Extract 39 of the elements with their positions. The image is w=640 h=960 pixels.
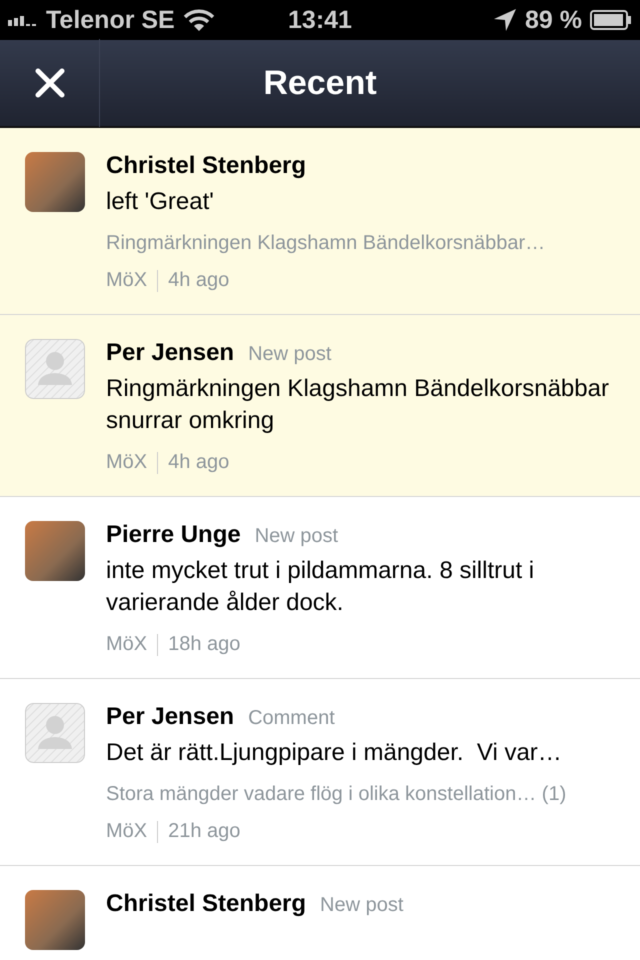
clock-time: 13:41 — [288, 6, 352, 34]
activity-type: New post — [254, 525, 338, 548]
signal-icon — [8, 14, 38, 26]
time-ago: 4h ago — [168, 269, 230, 292]
author-name: Pierre Unge — [106, 521, 241, 549]
close-icon — [34, 67, 66, 99]
activity-type: Comment — [248, 707, 335, 730]
time-ago: 21h ago — [168, 820, 240, 843]
activity-text: Det är rätt.Ljungpipare i mängder. Vi var… — [106, 738, 563, 768]
activity-type: New post — [320, 894, 404, 917]
author-name: Per Jensen — [106, 339, 234, 367]
post-title: Ringmärkningen Klagshamn Bändelkorsnäbbar… — [106, 232, 546, 255]
time-ago: 4h ago — [168, 451, 230, 474]
carrier-name: Telenor SE — [46, 6, 175, 34]
avatar-silhouette-icon — [25, 339, 85, 399]
battery-percent: 89 % — [525, 6, 582, 34]
group-name: MöX — [106, 269, 148, 292]
group-name: MöX — [106, 451, 148, 474]
avatar-photo-placeholder — [25, 152, 85, 212]
wifi-icon — [182, 8, 215, 32]
activity-type: New post — [248, 343, 332, 366]
avatar-silhouette-icon — [25, 703, 85, 763]
group-name: MöX — [106, 820, 148, 843]
screen-title: Recent — [263, 64, 377, 102]
battery-icon — [590, 10, 632, 30]
activity-text: inte mycket trut i pildammarna. 8 silltrut i varierande ålder dock. — [106, 556, 536, 618]
activity-item[interactable]: Per Jensen New post Ringmärkningen Klagshamn Bändelkorsnäbbar snurrar omkring MöX 4h ago — [0, 315, 640, 497]
post-title: Stora mängder vadare flög i olika konstellation… (1) — [106, 783, 568, 806]
time-ago: 18h ago — [168, 633, 240, 656]
activity-text: left 'Great' — [106, 187, 215, 217]
author-name: Christel Stenberg — [106, 890, 306, 918]
avatar-photo-placeholder — [25, 890, 85, 950]
activity-text: Ringmärkningen Klagshamn Bändelkorsnäbbar snurrar omkring — [106, 374, 610, 436]
location-arrow-icon — [493, 8, 518, 32]
group-name: MöX — [106, 633, 148, 656]
activity-item[interactable]: Christel Stenberg left 'Great' Ringmärkningen Klagshamn Bändelkorsnäbbar… MöX 4h ago — [0, 128, 640, 315]
avatar-photo-placeholder — [25, 521, 85, 581]
author-name: Per Jensen — [106, 703, 234, 731]
author-name: Christel Stenberg — [106, 152, 306, 180]
